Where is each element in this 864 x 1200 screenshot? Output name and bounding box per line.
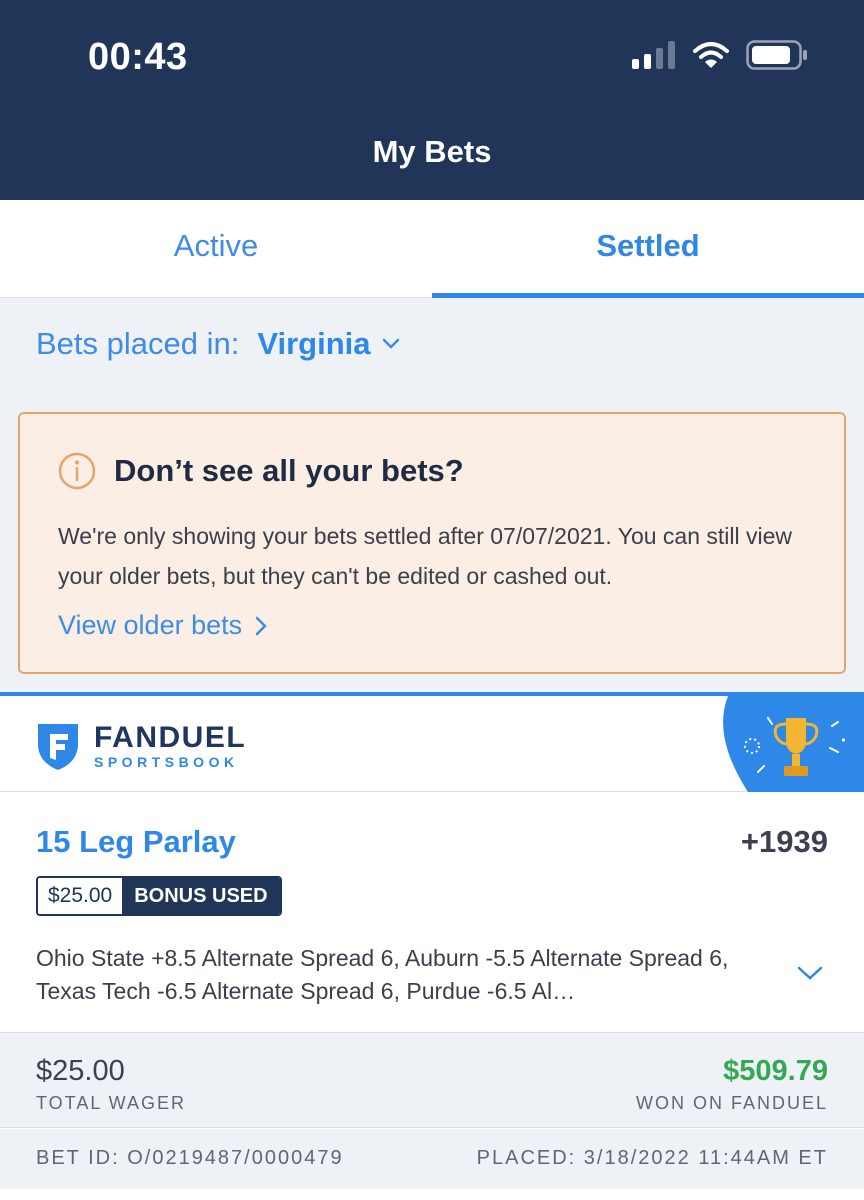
bet-meta: BET ID: O/0219487/0000479 PLACED: 3/18/2… (0, 1129, 864, 1189)
total-wager-label: TOTAL WAGER (36, 1093, 187, 1113)
fanduel-logo: FANDUEL SPORTSBOOK (34, 720, 246, 772)
brand-subtitle: SPORTSBOOK (94, 754, 239, 770)
notice-banner: Don’t see all your bets? We're only show… (18, 412, 846, 674)
bet-legs-summary: Ohio State +8.5 Alternate Spread 6, Aubu… (36, 945, 729, 1004)
battery-icon (746, 40, 807, 70)
bonus-label: BONUS USED (122, 878, 280, 914)
notice-title: Don’t see all your bets? (114, 453, 464, 488)
brand-name: FANDUEL (94, 721, 247, 754)
bonus-badge: $25.00 BONUS USED (36, 876, 282, 916)
state-filter-value: Virginia (257, 326, 371, 361)
bet-card[interactable]: FANDUEL SPORTSBOOK 15 Leg Parlay +1939 $… (0, 692, 864, 1200)
wifi-icon (693, 42, 729, 68)
info-icon (58, 452, 96, 490)
status-bar: 00:43 My Bets (0, 0, 864, 200)
trophy-icon (723, 696, 864, 792)
state-filter-label: Bets placed in: (36, 326, 240, 361)
page-title: My Bets (372, 134, 492, 169)
state-filter[interactable]: Bets placed in: Virginia (36, 326, 401, 362)
view-older-bets-link[interactable]: View older bets (58, 610, 268, 641)
tab-settled[interactable]: Settled (432, 200, 864, 298)
notice-header: Don’t see all your bets? (58, 452, 464, 490)
bet-odds: +1939 (740, 824, 828, 859)
bet-brand-row: FANDUEL SPORTSBOOK (0, 696, 864, 792)
bet-id: BET ID: O/0219487/0000479 (36, 1147, 344, 1169)
expand-legs-chevron-icon[interactable] (796, 964, 824, 982)
bet-title: 15 Leg Parlay (36, 824, 236, 859)
bets-tabs: Active Settled (0, 200, 864, 298)
notice-body: We're only showing your bets settled aft… (58, 523, 793, 589)
signal-icon (632, 41, 675, 69)
bet-totals: $25.00 TOTAL WAGER $509.79 WON ON FANDUE… (0, 1032, 864, 1128)
view-older-bets-label: View older bets (58, 610, 243, 640)
total-wager-amount: $25.00 (36, 1055, 125, 1087)
chevron-right-icon (255, 616, 267, 635)
fanduel-shield-icon (38, 724, 78, 770)
chevron-down-icon (382, 338, 399, 349)
won-amount: $509.79 (723, 1055, 828, 1087)
bet-placed-time: PLACED: 3/18/2022 11:44AM ET (476, 1147, 828, 1169)
status-time: 00:43 (88, 36, 188, 78)
status-icons (632, 40, 808, 70)
won-label: WON ON FANDUEL (635, 1093, 828, 1113)
bonus-amount: $25.00 (38, 878, 123, 914)
tab-active[interactable]: Active (0, 200, 432, 297)
